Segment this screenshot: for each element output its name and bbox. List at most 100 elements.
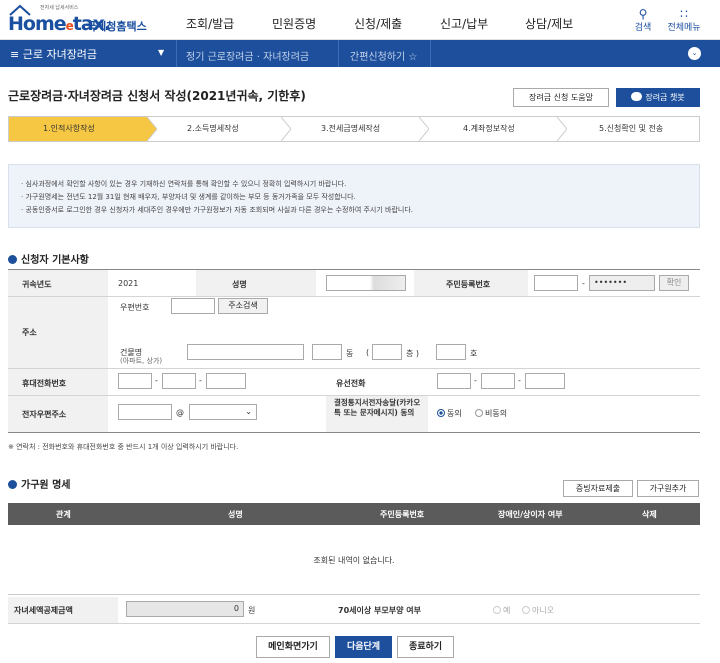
search-button[interactable]: ⚲ 검색 [626, 8, 660, 33]
dash: - [474, 376, 477, 385]
mobile-field-1[interactable] [118, 373, 152, 389]
sub-navigation-bar: ≡ 근로 자녀장려금 ▼ 정기 근로장려금 · 자녀장려금 간편신청하기 ☆ ⌄ [0, 40, 720, 67]
step-1: 1.인적사항작성 [9, 117, 147, 141]
consent-yes-radio[interactable]: 동의 [437, 408, 462, 419]
postcode-field[interactable] [171, 298, 215, 314]
dong-label: 동 [346, 349, 354, 358]
email-label: 전자우편주소 [8, 396, 108, 432]
notice-line: · 공동인증서로 로그인한 경우 신청자가 세대주인 경우에만 가구원정보가 자… [21, 206, 414, 214]
dong-field[interactable] [312, 344, 342, 360]
logo-korean-name: 국세청홈택스 [86, 20, 147, 33]
step-1-label: 1.인적사항작성 [43, 124, 95, 133]
page-title: 근로장려금·자녀장려금 신청서 작성(2021년귀속, 기한후) [8, 89, 306, 103]
name-field[interactable] [326, 275, 406, 291]
notice-line: · 심사과정에서 확인할 사항이 있는 경우 기재하신 연락처를 통해 확인할 … [21, 180, 347, 188]
divider [430, 40, 431, 67]
deduction-label: 자녀세액공제금액 [8, 597, 118, 623]
step-2-label: 2.소득명세작성 [187, 124, 239, 133]
consent-no-radio[interactable]: 비동의 [475, 408, 507, 419]
landline-field-1[interactable] [437, 373, 471, 389]
divider [338, 40, 339, 67]
grid-icon: ∷ [680, 7, 688, 21]
all-menu-button[interactable]: ∷ 전체메뉴 [664, 8, 704, 33]
contact-note: ※ 연락처 : 전화번호와 휴대전화번호 중 반드시 1개 이상 입력하시기 바… [8, 443, 239, 451]
at-sign: @ [176, 408, 184, 417]
next-step-button[interactable]: 다음단계 [335, 636, 392, 658]
close-button[interactable]: 종료하기 [397, 636, 454, 658]
address-search-button[interactable]: 주소검색 [218, 298, 268, 314]
chatbot-icon [631, 92, 643, 101]
chatbot-button[interactable]: 장려금 챗봇 [616, 88, 700, 107]
ho-label: 호 [470, 349, 478, 358]
nav-consultation[interactable]: 상담/제보 [525, 15, 573, 32]
floor-field[interactable] [372, 344, 402, 360]
email-domain-select[interactable]: ⌄ [189, 404, 257, 420]
radio-icon [475, 409, 483, 417]
nav-application[interactable]: 신청/제출 [354, 15, 402, 32]
section-bullet-icon [8, 255, 17, 264]
rrn-confirm-button[interactable]: 확인 [659, 275, 689, 291]
deduction-amount-field: 0 [126, 601, 244, 617]
rrn-front-field[interactable] [534, 275, 578, 291]
floor-label: 층 ) [406, 349, 420, 358]
step-5-label: 5.신청확인 및 전송 [599, 124, 664, 133]
rrn-dash: - [582, 279, 585, 288]
applicant-section-title: 신청자 기본사항 [8, 251, 89, 266]
step-chevron-icon [281, 117, 291, 141]
step-progress: 1.인적사항작성 2.소득명세작성 3.전세금명세작성 4.계좌정보작성 5.신… [8, 116, 700, 142]
expand-circle-icon[interactable]: ⌄ [688, 47, 701, 60]
notice-box: · 심사과정에서 확인할 사항이 있는 경우 기재하신 연락처를 통해 확인할 … [8, 164, 700, 228]
main-page-button[interactable]: 메인화면가기 [256, 636, 330, 658]
building-name-field[interactable] [187, 344, 304, 360]
landline-field-3[interactable] [525, 373, 565, 389]
col-disabled: 장애인/상이자 여부 [498, 510, 563, 519]
step-3-label: 3.전세금명세작성 [321, 124, 381, 133]
step-4-label: 4.계좌정보작성 [463, 124, 515, 133]
notice-line: · 가구원명세는 전년도 12월 31일 현재 배우자, 부양자녀 및 생계를 … [21, 193, 356, 201]
step-chevron-icon [147, 117, 157, 141]
rrn-back-field[interactable]: ••••••• [589, 275, 655, 291]
submenu-current[interactable]: ≡ 근로 자녀장려금 [10, 46, 97, 62]
table-bottom-border [8, 432, 700, 433]
search-label: 검색 [634, 23, 652, 33]
name-label: 성명 [196, 270, 316, 296]
table-top-border [8, 269, 700, 270]
mobile-field-2[interactable] [162, 373, 196, 389]
add-member-button[interactable]: 가구원추가 [637, 480, 699, 497]
dropdown-arrow-icon[interactable]: ▼ [158, 48, 164, 57]
evidence-submit-button[interactable]: 증빙자료제출 [563, 480, 633, 497]
nav-inquiry[interactable]: 조회/발급 [186, 15, 234, 32]
divider [176, 40, 177, 67]
email-local-field[interactable] [118, 404, 172, 420]
landline-field-2[interactable] [481, 373, 515, 389]
search-icon: ⚲ [638, 7, 648, 21]
chevron-down-icon: ⌄ [245, 407, 252, 416]
dash: - [199, 376, 202, 385]
dash: - [518, 376, 521, 385]
breadcrumb-item-simple-apply[interactable]: 간편신청하기 ☆ [350, 48, 417, 63]
breadcrumb-item-regular[interactable]: 정기 근로장려금 · 자녀장려금 [186, 48, 309, 63]
hometax-logo[interactable]: 전자세 납세서비스 Homeetax. 국세청홈택스 [6, 4, 156, 36]
elderly-no-radio[interactable]: 아니오 [522, 605, 554, 616]
help-button[interactable]: 장려금 신청 도움말 [513, 88, 609, 107]
top-header: 전자세 납세서비스 Homeetax. 국세청홈택스 조회/발급 민원증명 신청… [0, 0, 720, 40]
ho-field[interactable] [436, 344, 466, 360]
all-menu-label: 전체메뉴 [667, 23, 701, 33]
dash: - [155, 376, 158, 385]
household-table-body: 조회된 내역이 없습니다. [8, 525, 700, 595]
consent-label: 결정통지서전자송달(카카오톡 또는 문자메시지) 동의 [326, 396, 428, 432]
step-chevron-icon [419, 117, 429, 141]
row-divider [8, 623, 700, 624]
elderly-label: 70세이상 부모부양 여부 [330, 597, 480, 623]
step-chevron-icon [557, 117, 567, 141]
rrn-label: 주민등록번호 [414, 270, 528, 296]
year-value: 2021 [118, 279, 139, 288]
radio-icon [493, 606, 501, 614]
mobile-field-3[interactable] [206, 373, 246, 389]
elderly-yes-radio[interactable]: 예 [493, 605, 510, 616]
nav-certificate[interactable]: 민원증명 [272, 15, 316, 32]
year-label: 귀속년도 [8, 270, 108, 296]
row-divider [8, 296, 700, 297]
col-relation: 관계 [56, 510, 71, 519]
nav-report-payment[interactable]: 신고/납부 [440, 15, 488, 32]
